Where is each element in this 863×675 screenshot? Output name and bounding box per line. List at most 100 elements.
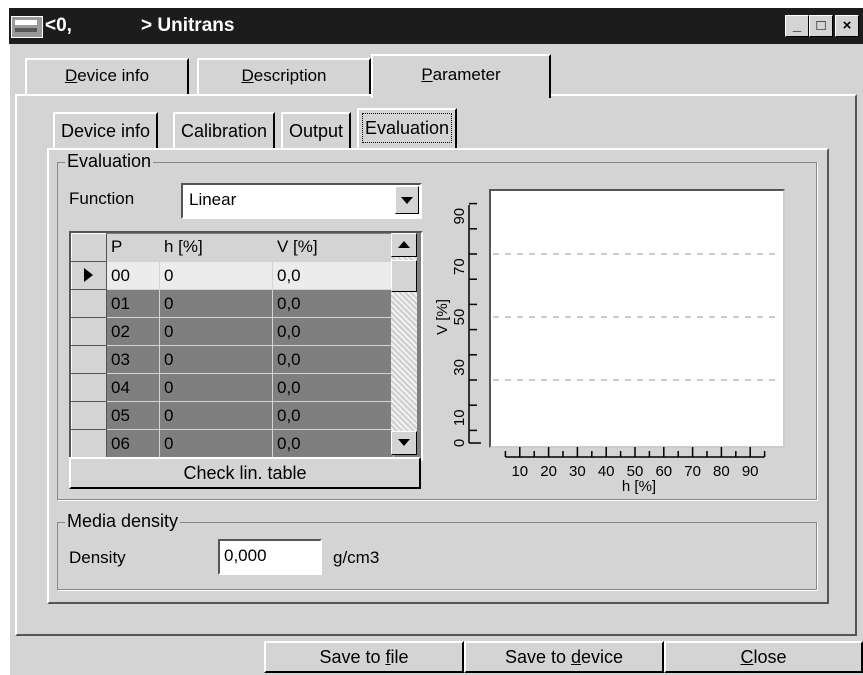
table-header-row: P h [%] V [%]	[71, 233, 394, 262]
linearization-table[interactable]: P h [%] V [%] 00 0 0,0 01 0 0,0 02 0 0,0	[69, 231, 423, 461]
table-row[interactable]: 03 0 0,0	[71, 345, 394, 374]
tab-device-info[interactable]: Device info	[25, 58, 189, 94]
tab-device-info-accel: D	[64, 66, 78, 85]
close-window-button[interactable]: ×	[835, 15, 859, 37]
row-header[interactable]	[71, 289, 107, 318]
tab-device-info-inner[interactable]: Device info	[53, 112, 159, 148]
cell-v[interactable]: 0,0	[272, 261, 394, 290]
x-tick-label: 70	[684, 463, 701, 480]
save-to-file-button[interactable]: Save to file	[264, 641, 464, 673]
close-icon: ×	[842, 17, 852, 34]
row-header[interactable]	[71, 345, 107, 374]
close-accel: C	[740, 647, 754, 667]
density-label: Density	[69, 548, 126, 567]
title-bar[interactable]: <0, > Unitrans _ □ ×	[9, 8, 863, 44]
density-input-value: 0,000	[224, 546, 267, 565]
maximize-button[interactable]: □	[809, 15, 833, 37]
cell-h[interactable]: 0	[159, 429, 273, 458]
cell-v[interactable]: 0,0	[272, 373, 394, 402]
x-tick-label: 60	[655, 463, 672, 480]
tab-calibration[interactable]: Calibration	[173, 112, 276, 148]
y-axis-label: V [%]	[434, 299, 451, 335]
x-tick-label: 80	[713, 463, 730, 480]
table-corner	[71, 233, 107, 262]
save-to-device-accel: d	[571, 647, 582, 667]
table-row[interactable]: 04 0 0,0	[71, 373, 394, 402]
cell-p[interactable]: 05	[106, 401, 160, 430]
tab-parameter-accel: P	[421, 65, 433, 84]
x-tick-label: 90	[742, 463, 759, 480]
evaluation-chart: 10 20 30 40 50 60 70 80 9001030507090h [%]V [%]	[434, 202, 777, 495]
chevron-down-icon[interactable]	[395, 186, 419, 214]
column-header-h[interactable]: h [%]	[159, 233, 273, 262]
x-axis-label: h [%]	[622, 478, 656, 495]
app-icon[interactable]	[11, 16, 43, 38]
y-tick-label: 90	[451, 208, 468, 225]
y-tick-label: 30	[451, 359, 468, 376]
media-density-group	[57, 522, 817, 590]
cell-h[interactable]: 0	[159, 401, 273, 430]
top-tab-strip: Device info Description Parameter	[9, 44, 863, 98]
cell-v[interactable]: 0,0	[272, 317, 394, 346]
tab-output[interactable]: Output	[281, 112, 352, 148]
table-row[interactable]: 05 0 0,0	[71, 401, 394, 430]
row-header[interactable]	[71, 373, 107, 402]
scroll-up-icon[interactable]	[391, 233, 417, 257]
window-title: > Unitrans	[141, 15, 235, 36]
tab-parameter[interactable]: Parameter	[371, 54, 551, 98]
table-row[interactable]: 00 0 0,0	[71, 261, 394, 290]
cell-p[interactable]: 01	[106, 289, 160, 318]
cell-p[interactable]: 06	[106, 429, 160, 458]
minimize-button[interactable]: _	[785, 15, 809, 37]
check-lin-table-button[interactable]: Check lin. table	[69, 457, 421, 489]
column-header-v[interactable]: V [%]	[272, 233, 394, 262]
scroll-thumb[interactable]	[391, 260, 417, 292]
app-window: <0, > Unitrans _ □ × Device info Descrip…	[9, 8, 863, 675]
y-tick-label: 70	[451, 258, 468, 275]
tab-evaluation[interactable]: Evaluation	[357, 108, 458, 148]
tab-description[interactable]: Description	[197, 58, 371, 94]
tab-description-accel: D	[241, 66, 254, 85]
cell-v[interactable]: 0,0	[272, 289, 394, 318]
table-scrollbar[interactable]	[391, 233, 417, 455]
function-select[interactable]: Linear	[181, 183, 422, 219]
save-to-device-label-b: evice	[581, 647, 624, 667]
y-tick-label: 0	[451, 439, 468, 447]
row-header[interactable]	[71, 317, 107, 346]
close-button[interactable]: Close	[664, 641, 863, 673]
tab-description-label: escription	[253, 66, 327, 85]
maximize-icon: □	[816, 17, 826, 34]
y-tick-label: 50	[451, 309, 468, 326]
cell-v[interactable]: 0,0	[272, 345, 394, 374]
cell-h[interactable]: 0	[159, 373, 273, 402]
table-row[interactable]: 06 0 0,0	[71, 429, 394, 458]
scroll-down-icon[interactable]	[391, 431, 417, 455]
cell-h[interactable]: 0	[159, 345, 273, 374]
cell-h[interactable]: 0	[159, 261, 273, 290]
cell-p[interactable]: 04	[106, 373, 160, 402]
save-to-device-button[interactable]: Save to device	[464, 641, 664, 673]
cell-p[interactable]: 00	[106, 261, 160, 290]
cell-h[interactable]: 0	[159, 317, 273, 346]
density-input[interactable]: 0,000	[218, 539, 322, 575]
column-header-p[interactable]: P	[106, 233, 160, 262]
cell-h[interactable]: 0	[159, 289, 273, 318]
button-bar: Save to file Save to device Close	[9, 641, 863, 675]
table-row[interactable]: 02 0 0,0	[71, 317, 394, 346]
row-header[interactable]	[71, 401, 107, 430]
close-label: lose	[753, 647, 787, 667]
row-header[interactable]	[71, 429, 107, 458]
cell-v[interactable]: 0,0	[272, 401, 394, 430]
evaluation-group-label: Evaluation	[65, 151, 154, 172]
minimize-icon: _	[792, 17, 802, 34]
function-select-value: Linear	[189, 190, 237, 209]
save-to-device-label-a: Save to	[504, 647, 571, 667]
cell-p[interactable]: 03	[106, 345, 160, 374]
media-density-group-label: Media density	[65, 511, 181, 532]
table-row[interactable]: 01 0 0,0	[71, 289, 394, 318]
row-header[interactable]	[71, 261, 107, 290]
cell-p[interactable]: 02	[106, 317, 160, 346]
x-tick-label: 10	[511, 463, 528, 480]
window-title-prefix: <0,	[45, 15, 72, 36]
cell-v[interactable]: 0,0	[272, 429, 394, 458]
